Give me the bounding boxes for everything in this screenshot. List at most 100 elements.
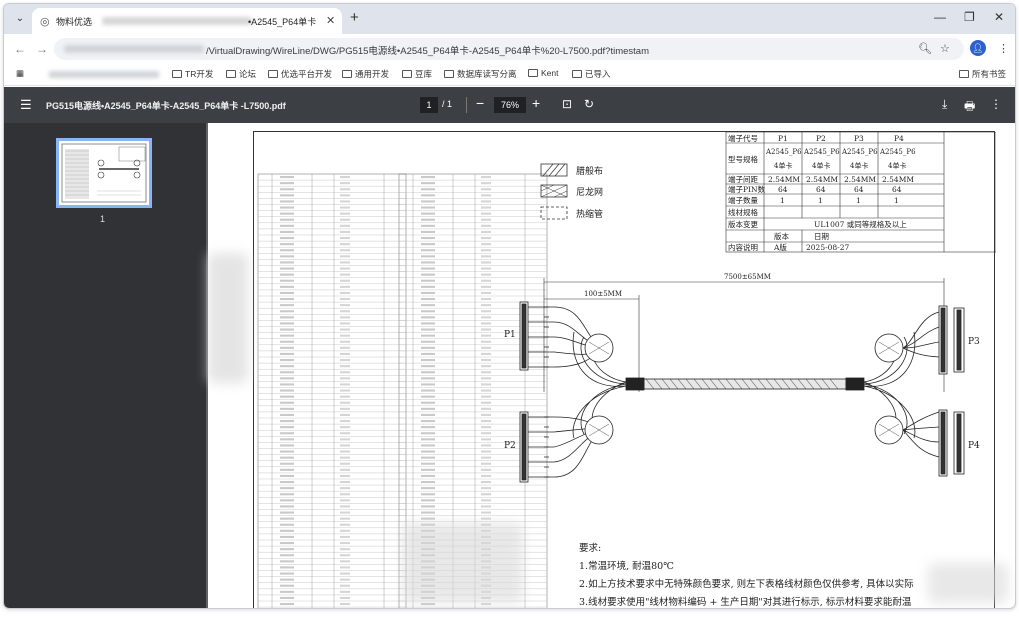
tab-search-icon[interactable]: ⌄ (12, 11, 28, 27)
address-toolbar: ← → /VirtualDrawing/WireLine/DWG/PG515电源… (4, 34, 1015, 64)
forward-icon[interactable]: → (36, 42, 48, 56)
svg-text:64: 64 (778, 185, 788, 194)
svg-text:1: 1 (818, 196, 823, 205)
spec-row-label: 内容说明 (728, 242, 758, 252)
download-icon[interactable]: ⤓ (942, 97, 947, 112)
bookmarks-bar: ▦ TR开发 论坛 优选平台开发 通用开发 豆库 数据库读写分离 Kent 已导… (4, 64, 1015, 86)
spec-row-label: 版本变更 (728, 219, 758, 229)
svg-text:日期: 日期 (814, 232, 829, 241)
all-bookmarks[interactable]: 所有书签 (959, 68, 1006, 80)
svg-text:64: 64 (892, 185, 902, 194)
dimensions: 7500±65MM 100±5MM (543, 273, 945, 392)
note-line: 2.如上方技术要求中无特殊颜色要求, 则左下表格线材颜色仅供参考, 具体以实际 (579, 579, 914, 590)
svg-text:A版: A版 (773, 242, 787, 252)
bookmark-item[interactable]: 豆库 (402, 68, 432, 80)
note-line: 3.线材要求使用"线材物料编码 + 生产日期"对其进行标示, 标示材料要求能耐温 (579, 597, 912, 608)
print-icon[interactable]: 🖶︎ (964, 97, 975, 118)
cable-assembly (519, 301, 965, 483)
pdf-viewer[interactable]: 腊般布 尼龙网 热缩管 端子代号 P1 P2 P3 P4 型号规格 A2545_… (206, 123, 1015, 608)
apps-icon[interactable]: ▦ (16, 68, 24, 79)
spec-table: 端子代号 P1 P2 P3 P4 型号规格 A2545_P6 A2545_P6 … (725, 132, 996, 253)
tab-close-icon[interactable]: ✕ (326, 14, 335, 27)
profile-avatar[interactable]: 👤︎ (970, 40, 986, 56)
thumbnail-page-number: 1 (100, 214, 106, 224)
svg-text:2.54MM: 2.54MM (844, 175, 876, 184)
spec-model: 4单卡 (774, 161, 792, 170)
spec-model: 4单卡 (888, 161, 906, 170)
connector-label: P4 (894, 134, 904, 143)
svg-text:版本: 版本 (774, 231, 789, 241)
more-menu-icon[interactable]: ⋮ (998, 42, 1009, 55)
redacted-url (64, 45, 204, 53)
spec-model: 4单卡 (812, 161, 830, 170)
wire-spec: UL1007 或同等规格及以上 (814, 219, 907, 229)
address-bar[interactable]: /VirtualDrawing/WireLine/DWG/PG515电源线•A2… (54, 38, 964, 60)
redacted-region (403, 523, 523, 603)
minimize-icon[interactable]: — (934, 10, 946, 24)
pdf-title: PG515电源线•A2545_P64单卡-A2545_P64单卡 -L7500.… (46, 101, 286, 111)
svg-text:2.54MM: 2.54MM (882, 175, 914, 184)
zoom-out-icon[interactable]: − (476, 95, 484, 111)
bookmark-item[interactable]: Kent (528, 68, 559, 78)
legend: 腊般布 尼龙网 热缩管 (540, 163, 603, 220)
spec-model: 4单卡 (850, 161, 868, 170)
close-window-icon[interactable]: ✕ (994, 10, 1004, 24)
svg-text:64: 64 (854, 185, 864, 194)
legend-label: 热缩管 (576, 208, 603, 220)
svg-text:2.54MM: 2.54MM (806, 175, 838, 184)
bookmark-item[interactable]: 论坛 (226, 68, 256, 80)
page-thumbnail[interactable] (56, 138, 152, 208)
svg-text:1: 1 (780, 196, 785, 205)
pdf-page: 腊般布 尼龙网 热缩管 端子代号 P1 P2 P3 P4 型号规格 A2545_… (208, 123, 1015, 608)
tab-active[interactable]: ◎ 物料优选 •A2545_P64单卡 ✕ (32, 8, 342, 34)
pdf-more-icon[interactable]: ⋮ (990, 97, 1002, 111)
pdf-toolbar: ☰ PG515电源线•A2545_P64单卡-A2545_P64单卡 -L750… (4, 87, 1015, 123)
spec-model: A2545_P6 (841, 148, 878, 156)
spec-row-label: 端子PIN数 (728, 184, 766, 194)
zoom-icon[interactable]: 🔍︎ (918, 42, 932, 55)
spec-row-label: 端子间距 (728, 174, 758, 184)
zoom-in-icon[interactable]: + (532, 95, 540, 111)
browser-window: ⌄ ◎ 物料优选 •A2545_P64单卡 ✕ + — ❐ ✕ ← → /Vir… (3, 3, 1016, 609)
legend-label: 尼龙网 (576, 186, 603, 198)
connector-p3-label: P3 (968, 337, 980, 347)
drawing-canvas: 腊般布 尼龙网 热缩管 端子代号 P1 P2 P3 P4 型号规格 A2545_… (257, 132, 996, 608)
zoom-input[interactable]: 76% (494, 97, 526, 113)
redacted-region (928, 563, 1008, 603)
svg-text:1: 1 (894, 196, 899, 205)
thumbnail-sidebar: 1 (4, 123, 206, 608)
rotate-icon[interactable]: ↻ (584, 97, 594, 111)
sidebar-menu-icon[interactable]: ☰ (20, 97, 32, 113)
svg-text:2.54MM: 2.54MM (768, 175, 800, 184)
bookmark-star-icon[interactable]: ☆ (940, 42, 950, 55)
connector-label: P1 (778, 134, 788, 143)
connector-p1-label: P1 (504, 330, 516, 340)
spec-row-label: 线材规格 (728, 207, 758, 217)
maximize-icon[interactable]: ❐ (964, 10, 975, 24)
spec-row-label: 端子数量 (728, 195, 758, 205)
bookmark-item[interactable]: 已导入 (572, 68, 611, 80)
page-number-input[interactable]: 1 (420, 97, 438, 113)
spec-model: A2545_P6 (765, 148, 802, 156)
url-text: /VirtualDrawing/WireLine/DWG/PG515电源线•A2… (206, 46, 649, 57)
bookmark-item[interactable]: 通用开发 (342, 68, 389, 80)
legend-label: 腊般布 (576, 165, 603, 177)
tab-bar: ⌄ ◎ 物料优选 •A2545_P64单卡 ✕ + — ❐ ✕ (4, 4, 1015, 34)
new-tab-icon[interactable]: + (350, 9, 359, 26)
redacted-text (102, 17, 252, 25)
tab-title-suffix: •A2545_P64单卡 (248, 17, 317, 27)
bookmark-item[interactable]: TR开发 (172, 68, 213, 80)
page-favicon-icon: ◎ (40, 16, 50, 28)
spec-row-label: 型号规格 (728, 154, 758, 164)
connector-p4-label: P4 (968, 441, 980, 451)
dim-left: 100±5MM (584, 290, 622, 298)
fit-page-icon[interactable]: ⊡ (562, 97, 572, 111)
bookmark-item[interactable]: 数据库读写分离 (444, 68, 517, 80)
back-icon[interactable]: ← (14, 42, 26, 56)
connector-p2-label: P2 (504, 441, 516, 451)
bookmark-item[interactable]: 优选平台开发 (268, 68, 332, 80)
connector-label: P3 (854, 134, 864, 143)
redacted-bookmark (49, 71, 159, 78)
notes-title: 要求: (579, 543, 602, 554)
wire-table-left (257, 173, 407, 608)
